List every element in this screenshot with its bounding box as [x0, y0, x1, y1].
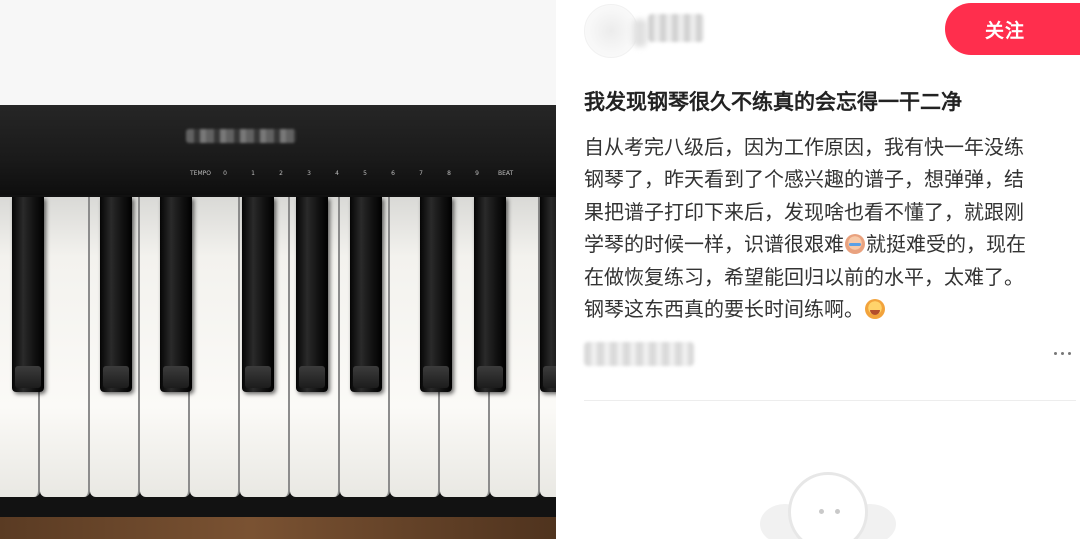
panel-label: 3: [307, 170, 311, 177]
piano-keyboard-image: TEMPO 0 1 2 3 4 5 6 7 8 9 BEAT: [0, 105, 556, 539]
face-icon: [788, 472, 868, 539]
panel-label: 2: [279, 170, 283, 177]
blurred-username[interactable]: [648, 14, 704, 42]
post-body-text: 就挺难受的，现在: [866, 232, 1026, 257]
black-key: [12, 197, 44, 392]
avatar[interactable]: [584, 4, 647, 58]
black-key: [540, 197, 556, 392]
laughing-emoji-icon: [865, 299, 885, 320]
panel-label: 4: [335, 170, 339, 177]
panel-label: 1: [251, 170, 255, 177]
panel-labels: TEMPO 0 1 2 3 4 5 6 7 8 9 BEAT: [190, 169, 550, 185]
follow-button[interactable]: 关注: [945, 3, 1080, 55]
wooden-floor: [0, 517, 556, 539]
crying-emoji-icon: [845, 234, 865, 255]
post-body-text: 学琴的时候一样，识谱很艰难: [584, 232, 844, 257]
white-key: [190, 197, 240, 497]
panel-label: 9: [475, 170, 479, 177]
white-key: [40, 197, 90, 497]
post-body-line: 果把谱子打印下来后，发现啥也看不懂了，就跟刚: [584, 199, 1024, 224]
panel-label: 8: [447, 170, 451, 177]
panel-label: 6: [391, 170, 395, 177]
black-key: [474, 197, 506, 392]
post-body-line: 钢琴了，昨天看到了个感兴趣的谱子，想弹弹，结: [584, 167, 1024, 192]
post-photo[interactable]: TEMPO 0 1 2 3 4 5 6 7 8 9 BEAT: [0, 0, 556, 539]
post-body-line: 钢琴这东西真的要长时间练啊。: [584, 293, 1074, 325]
post-body-line: 在做恢复练习，希望能回归以前的水平，太难了。: [584, 264, 1024, 289]
empty-comments-illustration: [760, 460, 900, 539]
post-body: 自从考完八级后，因为工作原因，我有快一年没练 钢琴了，昨天看到了个感兴趣的谱子，…: [584, 131, 1074, 325]
black-key: [296, 197, 328, 392]
black-key: [160, 197, 192, 392]
post-content-panel: 关注 我发现钢琴很久不练真的会忘得一干二净 自从考完八级后，因为工作原因，我有快…: [556, 0, 1080, 539]
piano-keys: [0, 197, 556, 517]
panel-label: 5: [363, 170, 367, 177]
blurred-avatar-image: [633, 19, 647, 47]
blurred-brand-logo: [186, 129, 296, 143]
panel-label: 0: [223, 170, 227, 177]
black-key: [350, 197, 382, 392]
black-key: [420, 197, 452, 392]
panel-label: 7: [419, 170, 423, 177]
post-body-line: 自从考完八级后，因为工作原因，我有快一年没练: [584, 135, 1024, 159]
divider: [584, 400, 1076, 401]
panel-label: TEMPO: [190, 170, 211, 177]
more-options-icon[interactable]: [1054, 347, 1076, 359]
eye: [819, 509, 824, 514]
blurred-post-date: [584, 342, 694, 366]
eye: [835, 509, 840, 514]
post-title: 我发现钢琴很久不练真的会忘得一干二净: [584, 90, 962, 114]
post-body-line: 学琴的时候一样，识谱很艰难 就挺难受的，现在: [584, 228, 1074, 260]
black-key: [100, 197, 132, 392]
post-body-text: 钢琴这东西真的要长时间练啊。: [584, 297, 864, 322]
panel-label: BEAT: [498, 170, 514, 177]
black-key: [242, 197, 274, 392]
piano-control-panel: TEMPO 0 1 2 3 4 5 6 7 8 9 BEAT: [0, 105, 556, 195]
